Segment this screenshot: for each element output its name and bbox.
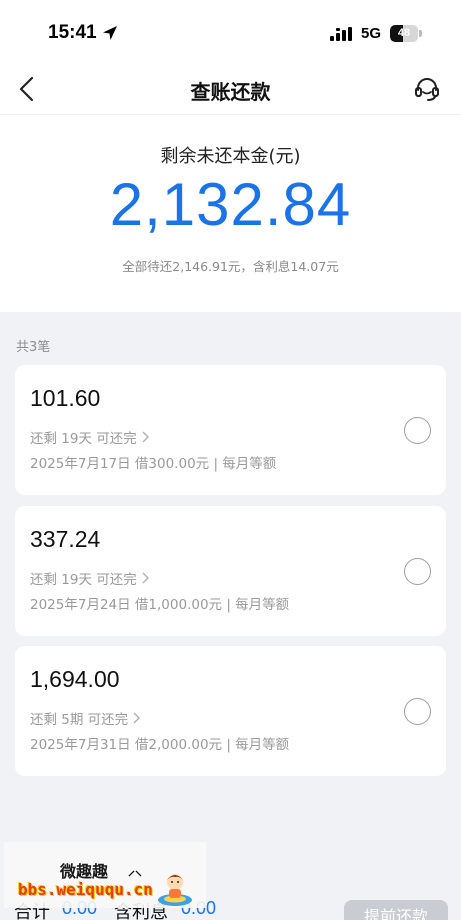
loan-remaining-text: 还剩 19天 可还完 — [30, 431, 137, 447]
nav-bar: 查账还款 — [0, 66, 461, 112]
chevron-right-icon — [142, 572, 149, 584]
battery-percent: 48 — [397, 27, 411, 39]
loan-remaining-text: 还剩 5期 可还完 — [30, 712, 129, 728]
loan-card[interactable]: 337.24 还剩 19天 可还完 2025年7月24日 借1,000.00元 … — [15, 506, 446, 636]
signal-icon — [330, 27, 352, 41]
loan-remaining-text: 还剩 19天 可还完 — [30, 572, 137, 588]
loan-amount: 1,694.00 — [30, 666, 120, 692]
loan-remaining[interactable]: 还剩 19天 可还完 — [30, 427, 150, 447]
loan-remaining[interactable]: 还剩 19天 可还完 — [30, 568, 150, 588]
prepay-button[interactable]: 提前还款 — [344, 900, 448, 920]
location-arrow-icon — [103, 26, 117, 40]
loan-count-label: 共3笔 — [16, 340, 51, 355]
summary-section: 15:41 5G 48 查账还款 剩余未还本金(元) 2,132.84 全部待还… — [0, 0, 461, 312]
loan-amount: 101.60 — [30, 385, 101, 411]
status-bar: 15:41 5G 48 — [0, 0, 461, 66]
loan-meta: 2025年7月24日 借1,000.00元 | 每月等额 — [30, 597, 290, 613]
watermark-title: 微趣趣 — [60, 862, 109, 881]
loan-card[interactable]: 101.60 还剩 19天 可还完 2025年7月17日 借300.00元 | … — [15, 365, 446, 495]
loan-card[interactable]: 1,694.00 还剩 5期 可还完 2025年7月31日 借2,000.00元… — [15, 646, 446, 776]
loan-remaining[interactable]: 还剩 5期 可还完 — [30, 708, 141, 728]
watermark-mark: ⸝⸜ — [128, 863, 142, 879]
mascot-icon — [158, 874, 192, 906]
total-due-detail: 全部待还2,146.91元，含利息14.07元 — [122, 259, 339, 274]
select-radio[interactable] — [404, 558, 431, 585]
nav-divider — [0, 114, 461, 115]
select-radio[interactable] — [404, 698, 431, 725]
loan-meta: 2025年7月17日 借300.00元 | 每月等额 — [30, 456, 277, 472]
battery-icon: 48 — [390, 25, 422, 42]
network-type: 5G — [361, 25, 382, 42]
customer-service-icon[interactable] — [413, 75, 441, 103]
select-radio[interactable] — [404, 417, 431, 444]
watermark-url: bbs.weiququ.cn — [18, 880, 153, 899]
principal-label: 剩余未还本金(元) — [160, 146, 301, 167]
chevron-right-icon — [133, 712, 141, 724]
status-time: 15:41 — [48, 22, 97, 43]
principal-amount: 2,132.84 — [109, 171, 352, 238]
chevron-right-icon — [142, 431, 149, 443]
page-title: 查账还款 — [190, 80, 271, 104]
loan-amount: 337.24 — [30, 526, 101, 552]
loan-meta: 2025年7月31日 借2,000.00元 | 每月等额 — [30, 737, 290, 753]
